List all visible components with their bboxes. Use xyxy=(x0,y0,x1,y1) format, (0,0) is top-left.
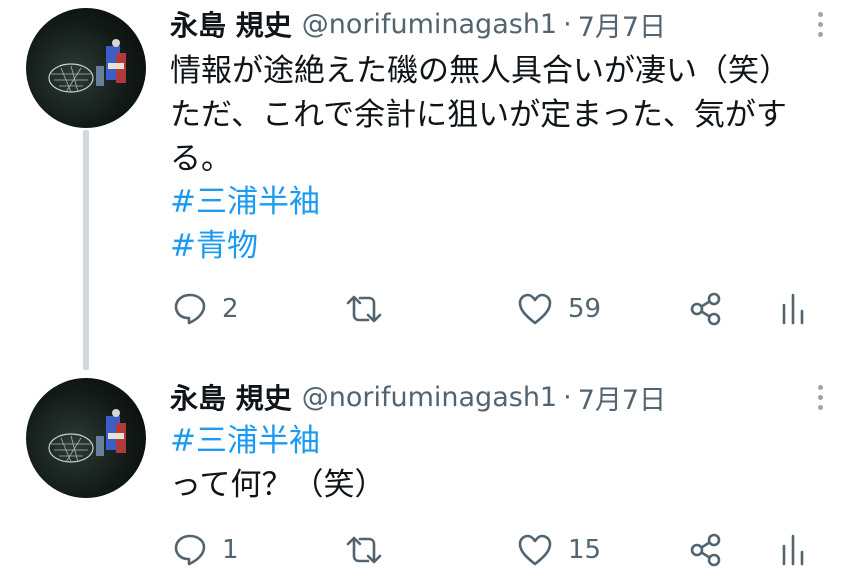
tweet-header: 永島 規史 @norifuminagash1 · 7月7日 xyxy=(170,4,666,44)
reply-count: 1 xyxy=(222,535,239,565)
tweet-text-line: って何？（笑） xyxy=(170,467,386,503)
author-name[interactable]: 永島 規史 xyxy=(170,377,292,417)
tweet-1[interactable]: 永島 規史 @norifuminagash1 · 7月7日 情報が途絶えた磯の無… xyxy=(0,0,864,370)
tweet-text-line: る。 xyxy=(170,141,232,177)
tweet-header: 永島 規史 @norifuminagash1 · 7月7日 xyxy=(170,377,666,417)
retweet-button[interactable] xyxy=(344,287,398,331)
author-name[interactable]: 永島 規史 xyxy=(170,4,292,44)
tweet-date[interactable]: 7月7日 xyxy=(578,378,666,417)
analytics-icon xyxy=(778,291,808,327)
retweet-button[interactable] xyxy=(344,528,398,572)
hashtag-link[interactable]: #三浦半袖 xyxy=(170,181,320,223)
share-button[interactable] xyxy=(688,287,724,331)
tweet-actions: 1 15 xyxy=(0,528,864,572)
separator-dot: · xyxy=(563,381,572,413)
share-icon xyxy=(688,291,724,327)
analytics-icon xyxy=(778,532,808,568)
reply-button[interactable]: 2 xyxy=(172,287,239,331)
heart-icon xyxy=(516,532,554,568)
tweet-2[interactable]: 永島 規史 @norifuminagash1 · 7月7日 #三浦半袖 って何？… xyxy=(0,370,864,579)
separator-dot: · xyxy=(563,8,572,40)
heart-icon xyxy=(516,291,554,327)
like-count: 59 xyxy=(568,294,602,324)
tweet-text-line: ただ、これで余計に狙いが定まった、気がす xyxy=(170,97,787,133)
retweet-icon xyxy=(344,291,384,327)
avatar[interactable] xyxy=(26,8,146,128)
thread-line xyxy=(83,130,89,370)
reply-count: 2 xyxy=(222,294,239,324)
analytics-button[interactable] xyxy=(778,287,808,331)
hashtag-link[interactable]: #三浦半袖 xyxy=(170,420,320,462)
tweet-date[interactable]: 7月7日 xyxy=(578,5,666,44)
analytics-button[interactable] xyxy=(778,528,808,572)
reply-icon xyxy=(172,291,208,327)
author-handle[interactable]: @norifuminagash1 xyxy=(302,9,557,40)
share-button[interactable] xyxy=(688,528,724,572)
author-handle[interactable]: @norifuminagash1 xyxy=(302,382,557,413)
more-icon[interactable] xyxy=(812,4,828,44)
like-button[interactable]: 59 xyxy=(516,287,601,331)
like-count: 15 xyxy=(568,535,602,565)
reply-button[interactable]: 1 xyxy=(172,528,239,572)
more-icon[interactable] xyxy=(812,377,828,417)
tweet-actions: 2 59 xyxy=(0,287,864,331)
like-button[interactable]: 15 xyxy=(516,528,601,572)
retweet-icon xyxy=(344,532,384,568)
reply-icon xyxy=(172,532,208,568)
share-icon xyxy=(688,532,724,568)
hashtag-link[interactable]: #青物 xyxy=(170,225,258,267)
tweet-text-line: 情報が途絶えた磯の無人具合いが凄い（笑） xyxy=(170,53,790,89)
avatar[interactable] xyxy=(26,378,146,498)
